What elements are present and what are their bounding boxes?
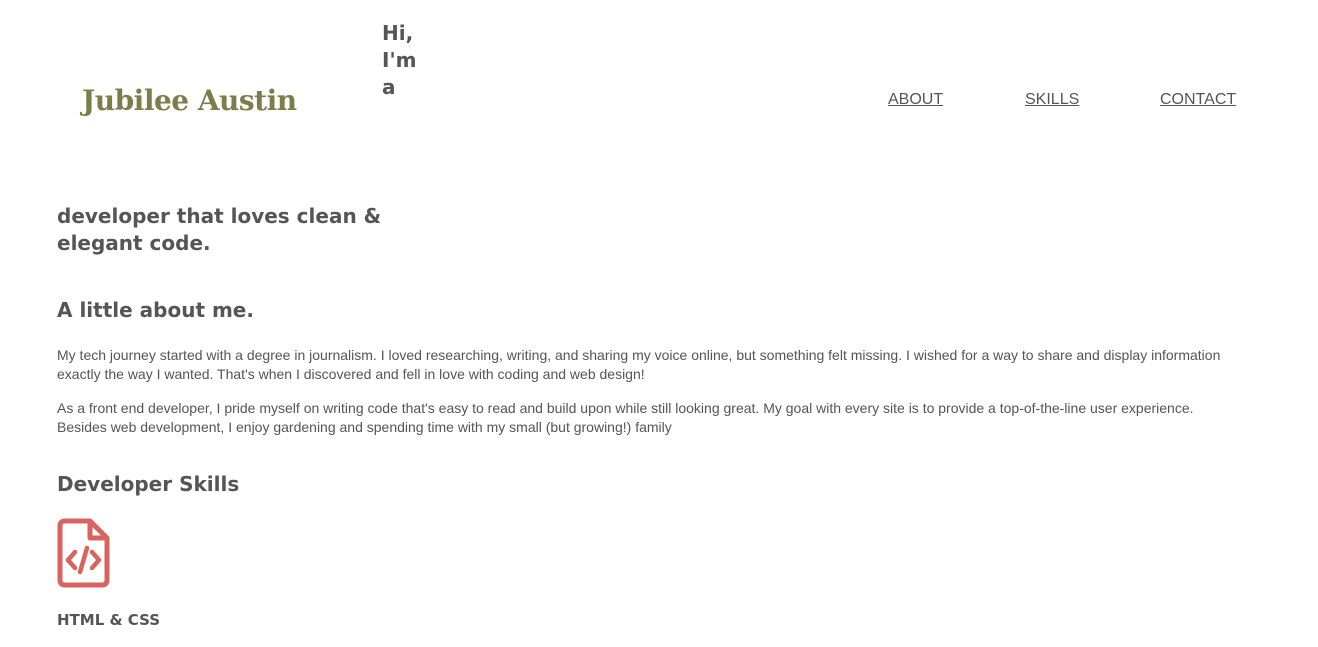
about-paragraph: As a front end developer, I pride myself… xyxy=(57,400,1194,435)
file-code-icon xyxy=(57,518,110,588)
intro-word: Hi, xyxy=(382,21,414,45)
about-paragraph: My tech journey started with a degree in… xyxy=(57,347,1221,382)
skill-label: HTML & CSS xyxy=(57,611,161,629)
intro-heading-start: Hi, I'm a xyxy=(382,20,422,101)
nav-link-about[interactable]: ABOUT xyxy=(888,91,943,109)
intro-word: a xyxy=(382,75,396,99)
intro-word: I'm xyxy=(382,48,417,72)
nav-link-contact[interactable]: CONTACT xyxy=(1160,91,1236,109)
nav-link-skills[interactable]: SKILLS xyxy=(1025,91,1079,109)
intro-heading-end: developer that loves clean & elegant cod… xyxy=(57,204,382,255)
site-logo[interactable]: Jubilee Austin xyxy=(82,84,297,117)
skills-heading: Developer Skills xyxy=(57,472,240,496)
about-heading: A little about me. xyxy=(57,298,254,322)
